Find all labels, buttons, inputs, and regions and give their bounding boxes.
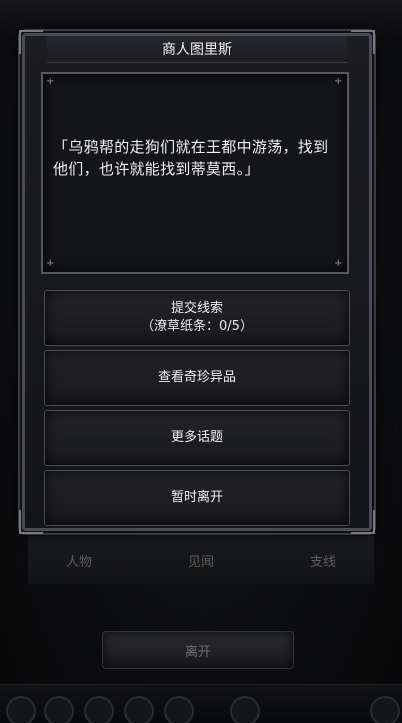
dialog-options: 提交线索 （潦草纸条：0/5） 查看奇珍异品 更多话题 暂时离开 (44, 290, 350, 530)
dialog-title: 商人图里斯 (47, 36, 347, 63)
menu-slot-icon[interactable] (370, 696, 400, 723)
view-curios-button[interactable]: 查看奇珍异品 (44, 350, 350, 406)
more-topics-button[interactable]: 更多话题 (44, 410, 350, 466)
tab-characters[interactable]: 人物 (66, 551, 92, 570)
background-tabs: 人物 见闻 支线 (28, 536, 374, 584)
frame-corner-ornament (19, 510, 43, 534)
toolbar-slot-icon[interactable] (124, 696, 154, 723)
panel-corner-icon (334, 259, 344, 269)
leave-button[interactable]: 离开 (102, 631, 294, 669)
panel-corner-icon (46, 77, 56, 87)
option-label: 查看奇珍异品 (157, 370, 236, 385)
tab-side-quests[interactable]: 支线 (310, 551, 336, 570)
dialogue-panel: 「乌鸦帮的走狗们就在王都中游荡，找到他们，也许就能找到蒂莫西。」 (41, 72, 349, 274)
toolbar-slot-icon[interactable] (6, 696, 36, 723)
panel-corner-icon (334, 77, 344, 87)
panel-corner-icon (46, 259, 56, 269)
tab-knowledge[interactable]: 见闻 (188, 551, 214, 570)
toolbar-slot-icon[interactable] (164, 696, 194, 723)
dialogue-text: 「乌鸦帮的走狗们就在王都中游荡，找到他们，也许就能找到蒂莫西。」 (53, 138, 329, 178)
option-label: 暂时离开 (170, 490, 223, 505)
toolbar-slot-icon[interactable] (84, 696, 114, 723)
frame-corner-ornament (351, 30, 375, 54)
toolbar-slot-icon[interactable] (44, 696, 74, 723)
portrait-slot-icon[interactable] (230, 696, 260, 723)
frame-corner-ornament (351, 510, 375, 534)
submit-clues-button[interactable]: 提交线索 （潦草纸条：0/5） (44, 290, 350, 346)
leave-temporarily-button[interactable]: 暂时离开 (44, 470, 350, 526)
option-progress: （潦草纸条：0/5） (141, 319, 253, 334)
option-label: 提交线索 (170, 301, 223, 316)
frame-corner-ornament (19, 30, 43, 54)
game-screen: 人物 见闻 支线 离开 商人图里斯 「乌鸦帮的走狗们就在王都中游荡，找到他们，也… (0, 0, 402, 723)
npc-dialog: 商人图里斯 「乌鸦帮的走狗们就在王都中游荡，找到他们，也许就能找到蒂莫西。」 提… (19, 30, 375, 534)
option-label: 更多话题 (170, 430, 223, 445)
